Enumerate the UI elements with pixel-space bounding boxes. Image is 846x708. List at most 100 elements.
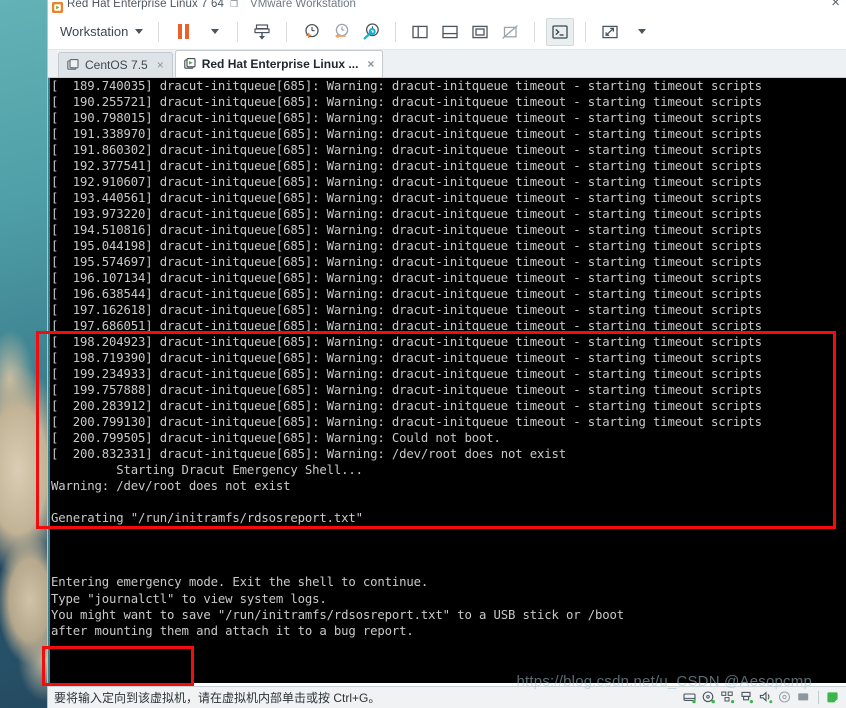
chevron-down-icon [638,29,646,34]
terminal-line: [ 200.283912] dracut-initqueue[685]: War… [51,398,762,414]
show-thumbnails-button[interactable] [437,19,463,45]
status-divider [818,691,819,704]
take-snapshot-button[interactable] [298,19,324,45]
network-adapter-icon[interactable] [721,691,735,704]
terminal-line: [ 194.510816] dracut-initqueue[685]: War… [51,222,762,238]
tab-centos-75[interactable]: CentOS 7.5 × [58,52,173,77]
unity-mode-button[interactable] [497,19,523,45]
terminal-line: [ 191.338970] dracut-initqueue[685]: War… [51,126,762,142]
terminal-left-edge [48,78,50,683]
sound-card-icon[interactable] [759,691,773,704]
terminal-line: [ 192.377541] dracut-initqueue[685]: War… [51,158,762,174]
terminal-line: [ 196.107134] dracut-initqueue[685]: War… [51,270,762,286]
snapshot-revert-icon [330,21,352,43]
terminal-output: [ 189.740035] dracut-initqueue[685]: War… [51,78,762,683]
terminal-line: [ 193.440561] dracut-initqueue[685]: War… [51,190,762,206]
workstation-menu-label: Workstation [60,24,128,39]
fullscreen-button[interactable] [467,19,493,45]
console-view-button[interactable] [546,18,574,46]
workstation-menu-button[interactable]: Workstation [56,21,149,42]
usb-icon[interactable] [740,691,754,704]
tab-close-icon[interactable]: × [157,58,164,72]
terminal-line: after mounting them and attach it to a b… [51,623,762,639]
terminal-line: [ 195.044198] dracut-initqueue[685]: War… [51,238,762,254]
terminal-line [51,494,762,510]
stretch-dropdown-button[interactable] [627,19,653,45]
console-view-icon [549,21,571,43]
revert-snapshot-button[interactable] [328,19,354,45]
terminal-line: [ 192.910607] dracut-initqueue[685]: War… [51,174,762,190]
terminal-line: [ 199.234933] dracut-initqueue[685]: War… [51,366,762,382]
snapshot-icon [251,21,273,43]
terminal-line: [ 197.162618] dracut-initqueue[685]: War… [51,302,762,318]
terminal-line: [ 197.686051] dracut-initqueue[685]: War… [51,318,762,334]
terminal-line: [ 200.832331] dracut-initqueue[685]: War… [51,446,762,462]
tab-label: CentOS 7.5 [85,58,148,72]
show-library-icon [409,21,431,43]
pause-button[interactable] [170,19,196,45]
terminal-line: [ 195.574697] dracut-initqueue[685]: War… [51,254,762,270]
toolbar-divider [158,22,159,42]
terminal-line: [ 200.799505] dracut-initqueue[685]: War… [51,430,762,446]
terminal-line [51,671,762,683]
status-device-icons [683,691,840,704]
stretch-icon [599,21,621,43]
terminal-line: Starting Dracut Emergency Shell... [51,462,762,478]
terminal-line [51,558,762,574]
status-message: 要将输入定向到该虚拟机，请在虚拟机内部单击或按 Ctrl+G。 [54,689,380,706]
vmware-app-icon [52,0,63,11]
vm-powered-off-icon [67,59,79,71]
printer-icon[interactable] [778,691,792,704]
terminal-line [51,655,762,671]
terminal-line [51,526,762,542]
vm-tab-strip: CentOS 7.5 × Red Hat Enterprise Linux ..… [48,50,846,78]
show-thumbnails-icon [439,21,461,43]
toolbar-divider [585,22,586,42]
terminal-line: [ 190.255721] dracut-initqueue[685]: War… [51,94,762,110]
terminal-line [51,542,762,558]
stretch-display-button[interactable] [597,19,623,45]
toolbar-divider [286,22,287,42]
terminal-line: [ 190.798015] dracut-initqueue[685]: War… [51,110,762,126]
window-app-name: VMware Workstation [250,0,356,10]
snapshot-manager-icon [360,21,382,43]
terminal-line [51,639,762,655]
snapshot-add-icon [300,21,322,43]
snapshot-manager-button[interactable] [358,19,384,45]
snapshot-button[interactable] [249,19,275,45]
terminal-line: [ 193.973220] dracut-initqueue[685]: War… [51,206,762,222]
terminal-line: [ 200.799130] dracut-initqueue[685]: War… [51,414,762,430]
pause-icon [178,24,189,39]
toolbar-divider [237,22,238,42]
toolbar-divider [534,22,535,42]
unity-disabled-icon [499,21,521,43]
tab-close-icon[interactable]: × [367,57,374,71]
terminal-line: [ 189.740035] dracut-initqueue[685]: War… [51,78,762,94]
window-close-button[interactable]: × [831,0,840,10]
chevron-down-icon [135,29,143,34]
title-snapshot-icon: ❐ [230,0,238,10]
terminal-line: Generating "/run/initramfs/rdsosreport.t… [51,510,762,526]
pause-dropdown-button[interactable] [200,19,226,45]
window-title: Red Hat Enterprise Linux 7 64 [67,0,224,10]
vmware-status-bar: 要将输入定向到该虚拟机，请在虚拟机内部单击或按 Ctrl+G。 [48,686,846,708]
tab-rhel[interactable]: Red Hat Enterprise Linux ... × [175,50,384,77]
terminal-line: [ 198.719390] dracut-initqueue[685]: War… [51,350,762,366]
tab-label: Red Hat Enterprise Linux ... [202,57,359,71]
vmware-workstation-window: Red Hat Enterprise Linux 7 64 ❐ VMware W… [48,0,846,708]
display-icon[interactable] [797,691,811,704]
terminal-line: [ 199.757888] dracut-initqueue[685]: War… [51,382,762,398]
vm-running-icon [184,58,196,70]
guest-console-terminal[interactable]: [ 189.740035] dracut-initqueue[685]: War… [48,78,846,683]
message-log-icon[interactable] [826,691,840,704]
terminal-line: Type "journalctl" to view system logs. [51,591,762,607]
hard-disk-icon[interactable] [683,691,697,704]
chevron-down-icon [211,29,219,34]
terminal-line: [ 191.860302] dracut-initqueue[685]: War… [51,142,762,158]
terminal-line: Entering emergency mode. Exit the shell … [51,574,762,590]
cd-dvd-icon[interactable] [702,691,716,704]
terminal-line: You might want to save "/run/initramfs/r… [51,607,762,623]
terminal-line: [ 198.204923] dracut-initqueue[685]: War… [51,334,762,350]
fullscreen-icon [469,21,491,43]
show-library-button[interactable] [407,19,433,45]
